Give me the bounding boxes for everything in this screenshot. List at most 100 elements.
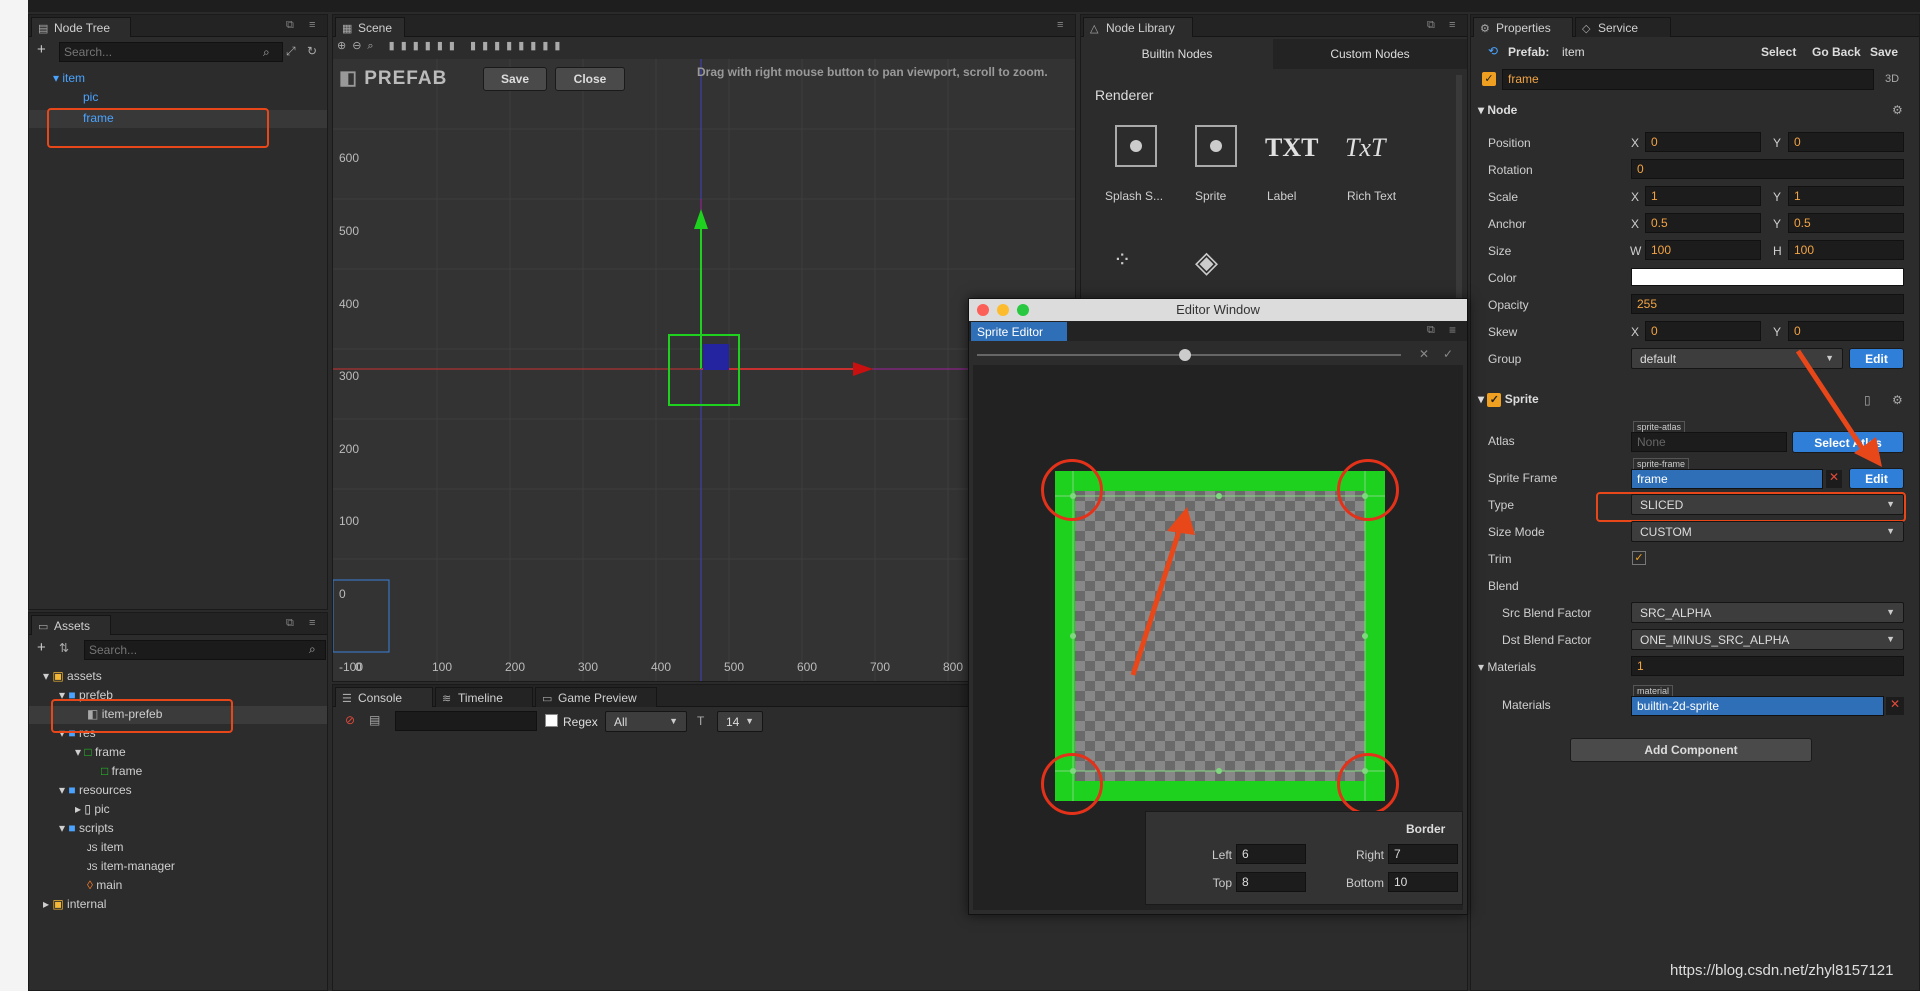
search-icon[interactable]: ⌕ (309, 642, 316, 657)
font-size-select[interactable]: 14 (717, 711, 763, 732)
node-active-checkbox[interactable]: ✓ (1482, 72, 1496, 86)
node-rich-text[interactable]: Rich Text (1347, 189, 1396, 203)
node-name-input[interactable]: frame (1502, 69, 1874, 90)
menu-icon[interactable]: ≡ (1057, 19, 1063, 31)
materials-section[interactable]: ▾ Materials (1478, 660, 1536, 674)
asset-internal[interactable]: ▸ ▣ internal (43, 897, 106, 911)
prefab-go-back-button[interactable]: Go Back (1812, 45, 1861, 59)
trim-checkbox[interactable]: ✓ (1632, 551, 1646, 565)
console-filter-input[interactable] (395, 711, 537, 731)
tree-item-item[interactable]: ▾ item (53, 71, 85, 85)
scene-viewport[interactable]: ◧ PREFAB Save Close Drag with right mous… (333, 59, 1075, 681)
sprite-icon[interactable] (1195, 125, 1237, 167)
tab-game-preview[interactable]: ▭ Game Preview (535, 687, 657, 707)
particle-icon[interactable]: ⁘ (1113, 247, 1131, 273)
popout-icon[interactable]: ⧉ (286, 19, 294, 32)
scene-toolbar[interactable]: ⊕⊖⌕ ▮▮▮▮▮▮ ▮▮▮▮▮▮▮▮ (337, 39, 566, 53)
clear-material-icon[interactable]: ✕ (1886, 697, 1904, 715)
apply-icon[interactable]: ✓ (1443, 347, 1453, 361)
position-y-input[interactable]: 0 (1788, 132, 1904, 152)
asset-main[interactable]: ◊ main (87, 878, 122, 892)
asset-frame-sprite[interactable]: □ frame (101, 764, 142, 778)
materials-count-input[interactable]: 1 (1631, 656, 1904, 676)
size-h-input[interactable]: 100 (1788, 240, 1904, 260)
position-x-input[interactable]: 0 (1645, 132, 1761, 152)
regex-checkbox[interactable] (545, 714, 558, 727)
scale-x-input[interactable]: 1 (1645, 186, 1761, 206)
size-w-input[interactable]: 100 (1645, 240, 1761, 260)
menu-icon[interactable]: ≡ (309, 19, 315, 31)
atlas-input[interactable]: None (1631, 432, 1787, 452)
clear-sprite-frame-icon[interactable]: ✕ (1826, 470, 1842, 488)
tab-node-library[interactable]: △ Node Library (1083, 17, 1193, 37)
tab-service[interactable]: ◇ Service (1575, 17, 1671, 37)
skew-y-input[interactable]: 0 (1788, 321, 1904, 341)
asset-resources[interactable]: ▾ ■ resources (59, 783, 132, 797)
asset-assets[interactable]: ▾ ▣ assets (43, 669, 102, 683)
menu-icon[interactable]: ≡ (1449, 19, 1455, 31)
tab-sprite-editor[interactable]: Sprite Editor (971, 322, 1067, 341)
node-sprite[interactable]: Sprite (1195, 189, 1226, 203)
add-component-button[interactable]: Add Component (1570, 738, 1812, 762)
clear-console-icon[interactable]: ⊘ (345, 713, 355, 727)
tab-console[interactable]: ☰ Console (335, 687, 433, 707)
border-top-input[interactable]: 8 (1236, 872, 1306, 892)
prefab-save-button[interactable]: Save (1870, 45, 1898, 59)
node-section-header[interactable]: ▾ Node (1478, 103, 1517, 117)
color-swatch[interactable] (1631, 268, 1904, 286)
border-bottom-input[interactable]: 10 (1388, 872, 1458, 892)
log-level-select[interactable]: All (605, 711, 687, 732)
zoom-slider-handle[interactable] (1179, 349, 1191, 361)
mode-3d-label[interactable]: 3D (1885, 73, 1899, 85)
sort-icon[interactable]: ⇅ (59, 641, 69, 655)
sprite-frame-edit-button[interactable]: Edit (1849, 468, 1904, 489)
tab-properties[interactable]: ⚙ Properties (1473, 17, 1573, 37)
scene-close-button[interactable]: Close (555, 67, 625, 91)
menu-icon[interactable]: ≡ (1449, 323, 1456, 337)
add-node-button[interactable]: + (37, 41, 46, 58)
revert-icon[interactable]: ✕ (1419, 347, 1429, 361)
opacity-input[interactable]: 255 (1631, 294, 1904, 314)
sprite-preview-area[interactable]: Border Left 6 Right 7 Top 8 Bottom 10 (973, 365, 1463, 910)
asset-frame-texture[interactable]: ▾ □ frame (75, 745, 126, 759)
tab-assets[interactable]: ▭ Assets (31, 615, 111, 635)
src-blend-select[interactable]: SRC_ALPHA (1631, 602, 1904, 623)
tab-builtin-nodes[interactable]: Builtin Nodes (1081, 39, 1273, 69)
prefab-select-button[interactable]: Select (1761, 45, 1796, 59)
rich-text-icon[interactable]: TxT (1345, 133, 1385, 163)
label-icon[interactable]: TXT (1265, 133, 1318, 163)
rotation-input[interactable]: 0 (1631, 159, 1904, 179)
scale-y-input[interactable]: 1 (1788, 186, 1904, 206)
expand-icon[interactable]: ⤢ (286, 44, 296, 59)
border-left-input[interactable]: 6 (1236, 844, 1306, 864)
dst-blend-select[interactable]: ONE_MINUS_SRC_ALPHA (1631, 629, 1904, 650)
asset-scripts[interactable]: ▾ ■ scripts (59, 821, 114, 835)
add-asset-button[interactable]: + (37, 639, 46, 656)
asset-item-manager[interactable]: JS item-manager (87, 859, 175, 873)
scene-save-button[interactable]: Save (483, 67, 547, 91)
skew-x-input[interactable]: 0 (1645, 321, 1761, 341)
node-splash-sprite[interactable]: Splash S... (1105, 189, 1163, 203)
asset-pic[interactable]: ▸ ▯ pic (75, 802, 110, 816)
popout-icon[interactable]: ⧉ (1427, 324, 1435, 337)
menu-icon[interactable]: ≡ (309, 617, 315, 629)
popout-icon[interactable]: ⧉ (1427, 19, 1435, 32)
popout-icon[interactable]: ⧉ (286, 617, 294, 630)
sprite-frame-input[interactable]: frame (1631, 469, 1823, 489)
anchor-x-input[interactable]: 0.5 (1645, 213, 1761, 233)
tab-custom-nodes[interactable]: Custom Nodes (1273, 39, 1467, 69)
tab-node-tree[interactable]: ▤ Node Tree (31, 17, 131, 37)
anchor-y-input[interactable]: 0.5 (1788, 213, 1904, 233)
node-label[interactable]: Label (1267, 189, 1296, 203)
splash-sprite-icon[interactable] (1115, 125, 1157, 167)
node-search-input[interactable] (59, 42, 283, 62)
asset-search-input[interactable] (84, 640, 326, 660)
node-gear-icon[interactable]: ⚙ (1892, 103, 1903, 117)
asset-item-script[interactable]: JS item (87, 840, 124, 854)
tab-timeline[interactable]: ≋ Timeline (435, 687, 533, 707)
material-input[interactable]: builtin-2d-sprite (1631, 696, 1884, 716)
tiledmap-icon[interactable]: ◈ (1195, 245, 1218, 280)
tree-item-pic[interactable]: pic (83, 90, 98, 104)
search-icon[interactable]: ⌕ (263, 45, 270, 60)
refresh-icon[interactable]: ↻ (307, 44, 317, 58)
